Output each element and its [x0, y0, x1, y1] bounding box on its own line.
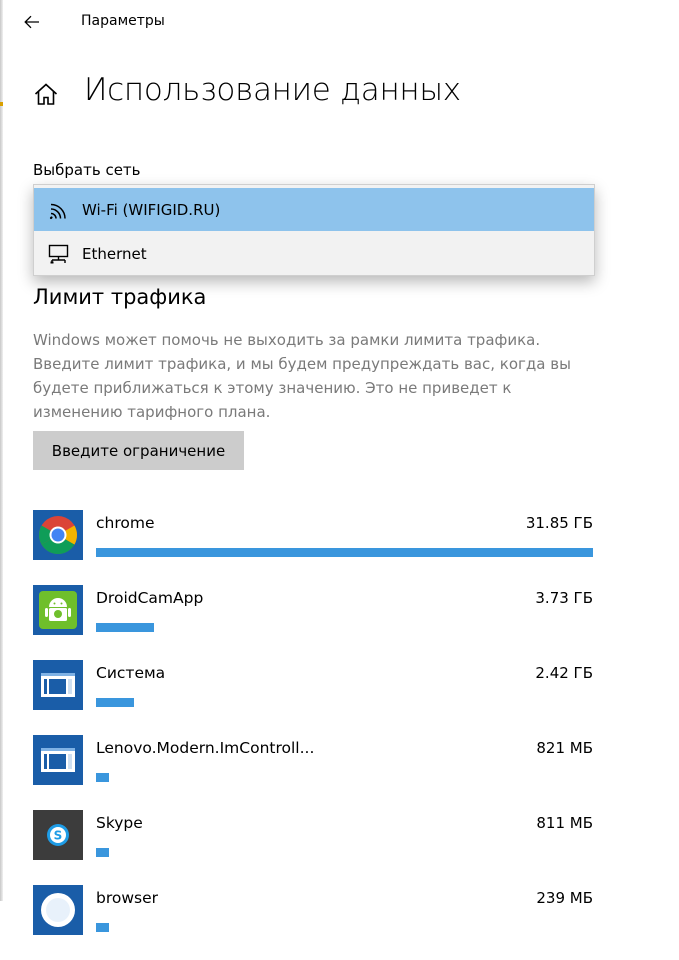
browser-icon [33, 885, 83, 935]
network-option-wifi[interactable]: Wi-Fi (WIFIGID.RU) [34, 188, 594, 231]
app-usage-value: 811 МБ [536, 814, 593, 832]
system-window-icon [33, 660, 83, 710]
network-select-label: Выбрать сеть [33, 161, 141, 179]
network-option-label: Ethernet [82, 245, 147, 263]
back-button[interactable] [19, 10, 45, 34]
home-icon[interactable] [33, 82, 59, 106]
usage-bar [96, 623, 154, 632]
usage-bar [96, 848, 109, 857]
app-name: chrome [96, 514, 155, 532]
app-usage-value: 239 МБ [536, 889, 593, 907]
app-name: browser [96, 889, 159, 907]
system-window-icon [33, 735, 83, 785]
traffic-limit-title: Лимит трафика [33, 285, 207, 309]
app-title: Параметры [81, 13, 165, 29]
app-name: Skype [96, 814, 143, 832]
network-option-label: Wi-Fi (WIFIGID.RU) [82, 201, 221, 219]
usage-bar [96, 923, 109, 932]
app-name: Lenovo.Modern.ImControll... [96, 739, 315, 757]
network-dropdown[interactable]: Wi-Fi (WIFIGID.RU) Ethernet [33, 184, 595, 276]
traffic-limit-description: Windows может помочь не выходить за рамк… [33, 331, 571, 421]
app-row-skype[interactable]: S Skype 811 МБ [0, 810, 679, 885]
wifi-icon [49, 203, 66, 220]
network-option-ethernet[interactable]: Ethernet [34, 232, 594, 275]
usage-bar [96, 773, 109, 782]
usage-bar [96, 548, 593, 557]
app-row-lenovo[interactable]: Lenovo.Modern.ImControll... 821 МБ [0, 735, 679, 810]
app-usage-value: 31.85 ГБ [525, 514, 593, 532]
titlebar: Параметры [0, 0, 679, 44]
enter-limit-button[interactable]: Введите ограничение [33, 431, 244, 470]
page-header: Использование данных [33, 70, 653, 116]
chrome-icon [33, 510, 83, 560]
app-row-browser[interactable]: browser 239 МБ [0, 885, 679, 960]
page-title: Использование данных [84, 72, 461, 108]
app-row-chrome[interactable]: chrome 31.85 ГБ [0, 510, 679, 585]
app-usage-value: 821 МБ [536, 739, 593, 757]
svg-text:S: S [54, 829, 63, 843]
app-row-system[interactable]: Система 2.42 ГБ [0, 660, 679, 735]
skype-icon: S [33, 810, 83, 860]
android-icon [33, 585, 83, 635]
arrow-left-icon [24, 15, 39, 29]
app-name: Система [96, 664, 166, 682]
usage-bar [96, 698, 134, 707]
app-usage-value: 2.42 ГБ [535, 664, 593, 682]
app-usage-value: 3.73 ГБ [535, 589, 593, 607]
app-name: DroidCamApp [96, 589, 204, 607]
app-row-droidcamapp[interactable]: DroidCamApp 3.73 ГБ [0, 585, 679, 660]
ethernet-icon [48, 244, 69, 264]
